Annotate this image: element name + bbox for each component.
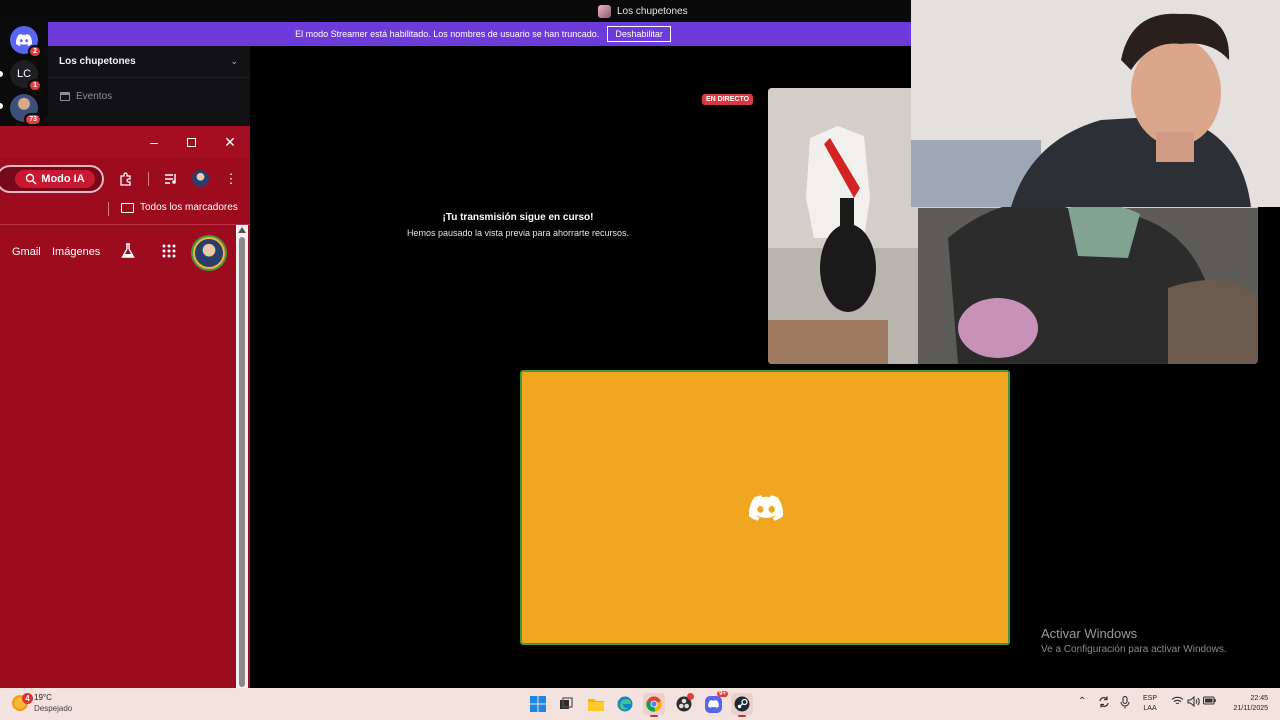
close-icon[interactable]: ✕: [220, 132, 240, 152]
active-indicator: [738, 715, 746, 717]
chrome-taskbar-icon[interactable]: [643, 693, 665, 717]
stream-paused-notice: ¡Tu transmisión sigue en curso! Hemos pa…: [330, 212, 706, 238]
sparkle-search-icon: [26, 173, 37, 185]
server-rail: 2 LC 1 73: [0, 22, 48, 126]
streamer-mode-message: El modo Streamer está habilitado. Los no…: [295, 29, 600, 39]
clock-date: 21/11/2025: [1233, 705, 1268, 712]
wifi-icon[interactable]: [1171, 696, 1184, 706]
clock-time: 22:45: [1250, 695, 1268, 702]
keyboard-layout: LAA: [1143, 705, 1157, 712]
live-badge: EN DIRECTO: [702, 94, 754, 105]
discord-taskbar-icon[interactable]: 9+: [702, 691, 728, 715]
sync-icon[interactable]: [1098, 696, 1110, 708]
events-item[interactable]: Eventos: [60, 91, 112, 102]
volume-icon[interactable]: [1187, 696, 1200, 707]
activate-windows-title: Activar Windows: [1041, 626, 1138, 641]
scroll-up-arrow-icon[interactable]: [238, 227, 246, 233]
all-bookmarks-label: Todos los marcadores: [140, 202, 238, 213]
show-hidden-icons-chevron-icon[interactable]: ⌃: [1078, 696, 1086, 707]
edge-icon[interactable]: [614, 693, 636, 715]
weather-sun-icon: 4: [12, 693, 33, 711]
images-link[interactable]: Imágenes: [52, 246, 100, 258]
system-clock[interactable]: 22:45 21/11/2025: [1222, 694, 1268, 714]
server-label: LC: [16, 68, 32, 80]
weather-badge: 4: [22, 693, 33, 704]
active-indicator: [650, 715, 658, 717]
notification-dot: [687, 693, 694, 700]
server-icon: [598, 4, 611, 18]
modo-ia-button[interactable]: Modo IA: [0, 165, 104, 193]
language-code: ESP: [1143, 695, 1158, 702]
modo-ia-label: Modo IA: [41, 173, 85, 185]
google-account-avatar[interactable]: [193, 237, 225, 269]
weather-temp: 19°C: [34, 693, 52, 702]
input-language-indicator[interactable]: ESP LAA: [1143, 694, 1157, 714]
chrome-window: – ✕ Modo IA ⋮ Todos los marcadores Gmail…: [0, 126, 250, 688]
maximize-icon[interactable]: [181, 132, 201, 152]
server-name[interactable]: Los chupetones: [59, 56, 136, 67]
activate-windows-watermark: Activar Windows Ve a Configuración para …: [1041, 626, 1227, 655]
disable-streamer-mode-button[interactable]: Deshabilitar: [607, 26, 671, 42]
scrollbar-thumb[interactable]: [239, 237, 245, 687]
windows-taskbar: 4 19°C Despejado 9+ ⌃ ESP LAA 22:45 21/1…: [0, 688, 1280, 720]
weather-widget[interactable]: 4 19°C Despejado: [12, 692, 72, 714]
window-title-text: Los chupetones: [617, 5, 688, 17]
microphone-icon[interactable]: [1120, 696, 1130, 709]
gmail-link[interactable]: Gmail: [12, 246, 41, 258]
windows-logo-icon: [530, 696, 546, 712]
server-icon-lc[interactable]: LC 1: [10, 60, 42, 92]
discord-logo-icon: [749, 495, 783, 521]
extensions-icon[interactable]: [117, 170, 135, 188]
channel-sidebar: Los chupetones ⌄ Eventos: [48, 46, 250, 126]
stream-paused-subtitle: Hemos pausado la vista previa para ahorr…: [406, 228, 630, 238]
chrome-titlebar: – ✕: [0, 126, 250, 158]
start-button[interactable]: [527, 693, 549, 715]
streamer-mode-banner: El modo Streamer está habilitado. Los no…: [48, 22, 918, 46]
activate-windows-subtitle: Ve a Configuración para activar Windows.: [1041, 644, 1227, 655]
chrome-toolbar: Modo IA ⋮: [0, 158, 250, 198]
folder-icon: [121, 202, 134, 213]
battery-icon[interactable]: [1203, 696, 1216, 705]
calendar-icon: [60, 92, 70, 101]
chevron-down-icon[interactable]: ⌄: [230, 56, 238, 67]
server-indicator-pill: [0, 71, 3, 77]
bookmarks-bar: Todos los marcadores: [0, 198, 250, 222]
more-menu-icon[interactable]: ⋮: [222, 170, 240, 188]
google-header-links: Gmail Imágenes: [0, 236, 236, 269]
minimize-icon[interactable]: –: [144, 132, 164, 152]
webcam-feed-primary: [911, 0, 1280, 207]
discord-home-button[interactable]: 2: [10, 26, 42, 58]
profile-avatar[interactable]: [192, 170, 209, 187]
all-bookmarks-button[interactable]: Todos los marcadores: [121, 202, 238, 213]
discord-unread-badge: 9+: [717, 691, 728, 697]
participant-tile[interactable]: [520, 370, 1010, 645]
home-unread-badge: 2: [28, 45, 42, 58]
server-unread-badge: 1: [28, 79, 42, 92]
window-title: Los chupetones: [598, 3, 688, 19]
toolbar-separator: [148, 172, 149, 186]
discord-logo-icon: [16, 34, 32, 46]
steam-icon[interactable]: [731, 693, 753, 717]
file-explorer-icon[interactable]: [585, 693, 607, 715]
events-label: Eventos: [76, 91, 113, 102]
divider: [48, 77, 250, 78]
apps-grid-icon[interactable]: [162, 244, 176, 263]
labs-flask-icon[interactable]: [120, 243, 136, 264]
weather-condition: Despejado: [34, 704, 73, 713]
server-unread-badge: 73: [24, 113, 42, 126]
scrollbar[interactable]: [236, 225, 248, 688]
modo-ia-pill: Modo IA: [15, 170, 95, 188]
divider: [0, 224, 250, 225]
server-indicator-pill: [0, 103, 3, 109]
stream-paused-title: ¡Tu transmisión sigue en curso!: [442, 212, 594, 223]
server-icon-avatar[interactable]: 73: [10, 94, 42, 126]
webcam-image: [911, 0, 1280, 207]
task-view-icon[interactable]: [555, 693, 577, 715]
obs-icon[interactable]: [673, 693, 695, 715]
media-queue-icon[interactable]: [162, 170, 180, 188]
